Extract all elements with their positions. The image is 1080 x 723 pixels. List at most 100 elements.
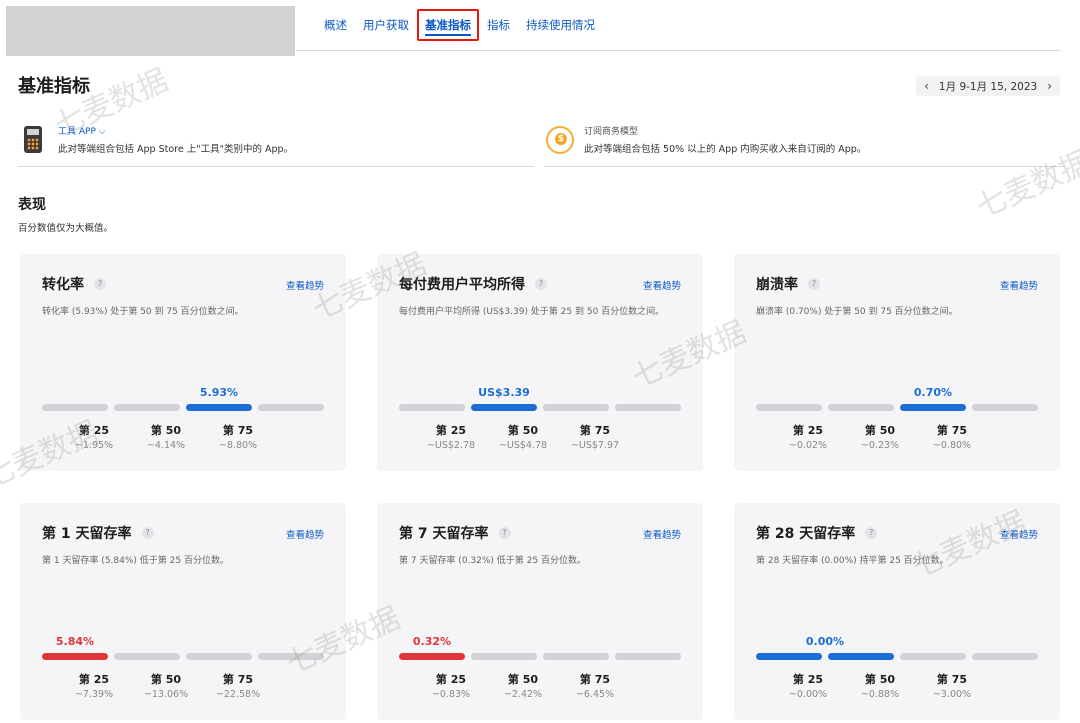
percentile-label: 第 75 (222, 424, 254, 437)
percentile-marker: 第 25 ~0.00% (773, 671, 843, 700)
help-icon[interactable]: ? (141, 527, 154, 539)
percentile-segment (900, 404, 966, 411)
percentile-value: ~13.06% (143, 689, 189, 700)
percentile-segment (114, 653, 180, 660)
percentile-segment (972, 653, 1038, 660)
peer-group-business-model: 订阅商务模型 此对等端组合包括 50% 以上的 App 内购买收入来自订阅的 A… (544, 120, 1064, 167)
percentile-bar (756, 653, 1039, 661)
percentile-segment (543, 653, 609, 660)
percentile-label: 第 50 (864, 673, 896, 686)
percentile-value: ~2.42% (503, 689, 543, 700)
percentile-segment (972, 404, 1038, 411)
chevron-left-icon[interactable]: ‹ (924, 79, 929, 93)
percentile-marker: 第 50 ~0.23% (845, 422, 915, 451)
percentile-segment (828, 404, 894, 411)
benchmark-card: 每付费用户平均所得? 查看趋势 每付费用户平均所得 (US$3.39) 处于第 25… (377, 254, 703, 471)
peer-group-title: 订阅商务模型 (584, 127, 639, 137)
metric-name: 第 1 天留存率 (42, 526, 132, 542)
percentile-value: ~1.95% (74, 440, 114, 451)
percentile-segment (828, 653, 894, 660)
view-trend-link[interactable]: 查看趋势 (643, 278, 681, 292)
percentile-label: 第 75 (579, 424, 611, 437)
percentile-marker: 第 25 ~0.02% (773, 422, 843, 451)
percentile-marker: 第 50 ~4.14% (131, 422, 201, 451)
subscription-icon (544, 124, 576, 156)
percentile-marker: 第 75 ~22.58% (203, 671, 273, 700)
percentile-marker: 第 25 ~0.83% (416, 671, 486, 700)
peer-group-dropdown[interactable]: 工具 APP ⌵ (58, 124, 293, 137)
percentile-segment (258, 404, 324, 411)
percentile-segment (186, 404, 252, 411)
help-icon[interactable]: ? (808, 278, 820, 290)
card-header: 第 1 天留存率? (42, 523, 154, 543)
percentile-value: ~US$4.78 (498, 440, 548, 451)
metric-description: 转化率 (5.93%) 处于第 50 到 75 百分位数之间。 (42, 307, 244, 317)
tab-retention[interactable]: 持续使用情况 (526, 17, 595, 33)
view-trend-link[interactable]: 查看趋势 (1000, 278, 1038, 292)
benchmark-card: 第 1 天留存率? 查看趋势第 1 天留存率 (5.84%) 低于第 25 百分位… (20, 503, 346, 720)
percentile-label: 第 50 (507, 424, 539, 437)
percentile-segment (900, 653, 966, 660)
percentile-marker: 第 50 ~2.42% (488, 671, 558, 700)
percentile-label: 第 75 (936, 424, 968, 437)
percentile-label: 第 25 (435, 424, 467, 437)
help-icon[interactable]: ? (865, 527, 878, 539)
tab-metrics[interactable]: 指标 (487, 17, 510, 33)
card-header: 每付费用户平均所得? (399, 274, 547, 294)
percentile-label: 第 25 (78, 424, 110, 437)
percentile-segment (615, 404, 681, 411)
benchmark-card: 转化率? 查看趋势转化率 (5.93%) 处于第 50 到 75 百分位数之间。 5… (20, 254, 346, 471)
percentile-marker: 第 25 ~US$2.78 (416, 422, 486, 451)
percentile-bar (42, 404, 325, 412)
percentile-label: 第 75 (222, 673, 254, 686)
chevron-right-icon[interactable]: › (1047, 79, 1052, 93)
view-trend-link[interactable]: 查看趋势 (286, 278, 324, 292)
card-header: 第 7 天留存率? (399, 523, 511, 543)
peer-group-description: 此对等端组合包括 50% 以上的 App 内购买收入来自订阅的 App。 (584, 144, 867, 155)
view-trend-link[interactable]: 查看趋势 (643, 527, 681, 541)
percentile-label: 第 75 (936, 673, 968, 686)
percentile-segment (258, 653, 324, 660)
section-title: 表现 (18, 197, 46, 213)
card-header: 崩溃率? (756, 274, 820, 294)
percentile-label: 第 50 (507, 673, 539, 686)
percentile-value: ~3.00% (932, 689, 972, 700)
view-trend-link[interactable]: 查看趋势 (1000, 527, 1038, 541)
benchmark-card: 崩溃率? 查看趋势 崩溃率 (0.70%) 处于第 50 到 75 百分位数之间。 0… (734, 254, 1060, 471)
tab-acquisition[interactable]: 用户获取 (363, 17, 409, 33)
percentile-bar (756, 404, 1039, 412)
date-range-picker[interactable]: ‹ 1月 9-1月 15, 2023 › (916, 76, 1060, 96)
help-icon[interactable]: ? (535, 278, 547, 290)
percentile-label: 第 75 (579, 673, 611, 686)
card-header: 转化率? (42, 274, 106, 294)
card-header: 第 28 天留存率? (756, 523, 878, 543)
percentile-segment (399, 653, 465, 660)
percentile-label: 第 25 (78, 673, 110, 686)
top-navigation-bar: 概述 用户获取 基准指标 指标 持续使用情况 (0, 0, 1080, 58)
percentile-label: 第 25 (435, 673, 467, 686)
tab-overview[interactable]: 概述 (324, 17, 347, 33)
percentile-label: 第 50 (864, 424, 896, 437)
percentile-marker: 第 75 ~8.80% (203, 422, 273, 451)
peer-group-description: 此对等端组合包括 App Store 上"工具"类别中的 App。 (58, 144, 294, 155)
metric-value: 0.00% (805, 635, 845, 648)
metric-value: 5.93% (199, 386, 239, 399)
metric-value: 0.32% (412, 635, 452, 648)
percentile-value: ~6.45% (575, 689, 615, 700)
percentile-value: ~4.14% (146, 440, 186, 451)
help-icon[interactable]: ? (94, 278, 106, 290)
metric-name: 第 28 天留存率 (756, 526, 856, 542)
percentile-value: ~8.80% (218, 440, 258, 451)
view-trend-link[interactable]: 查看趋势 (286, 527, 324, 541)
date-range-label: 1月 9-1月 15, 2023 (938, 80, 1038, 93)
metric-description: 第 28 天留存率 (0.00%) 持平第 25 百分位数。 (756, 556, 949, 566)
metric-description: 第 7 天留存率 (0.32%) 低于第 25 百分位数。 (399, 556, 586, 566)
metric-value: 5.84% (55, 635, 95, 648)
percentile-bar (42, 653, 325, 661)
metric-name: 每付费用户平均所得 (399, 277, 525, 293)
tab-benchmarks[interactable]: 基准指标 (417, 9, 479, 41)
percentile-value: ~0.23% (860, 440, 900, 451)
percentile-segment (186, 653, 252, 660)
percentile-value: ~US$7.97 (570, 440, 620, 451)
help-icon[interactable]: ? (498, 527, 511, 539)
